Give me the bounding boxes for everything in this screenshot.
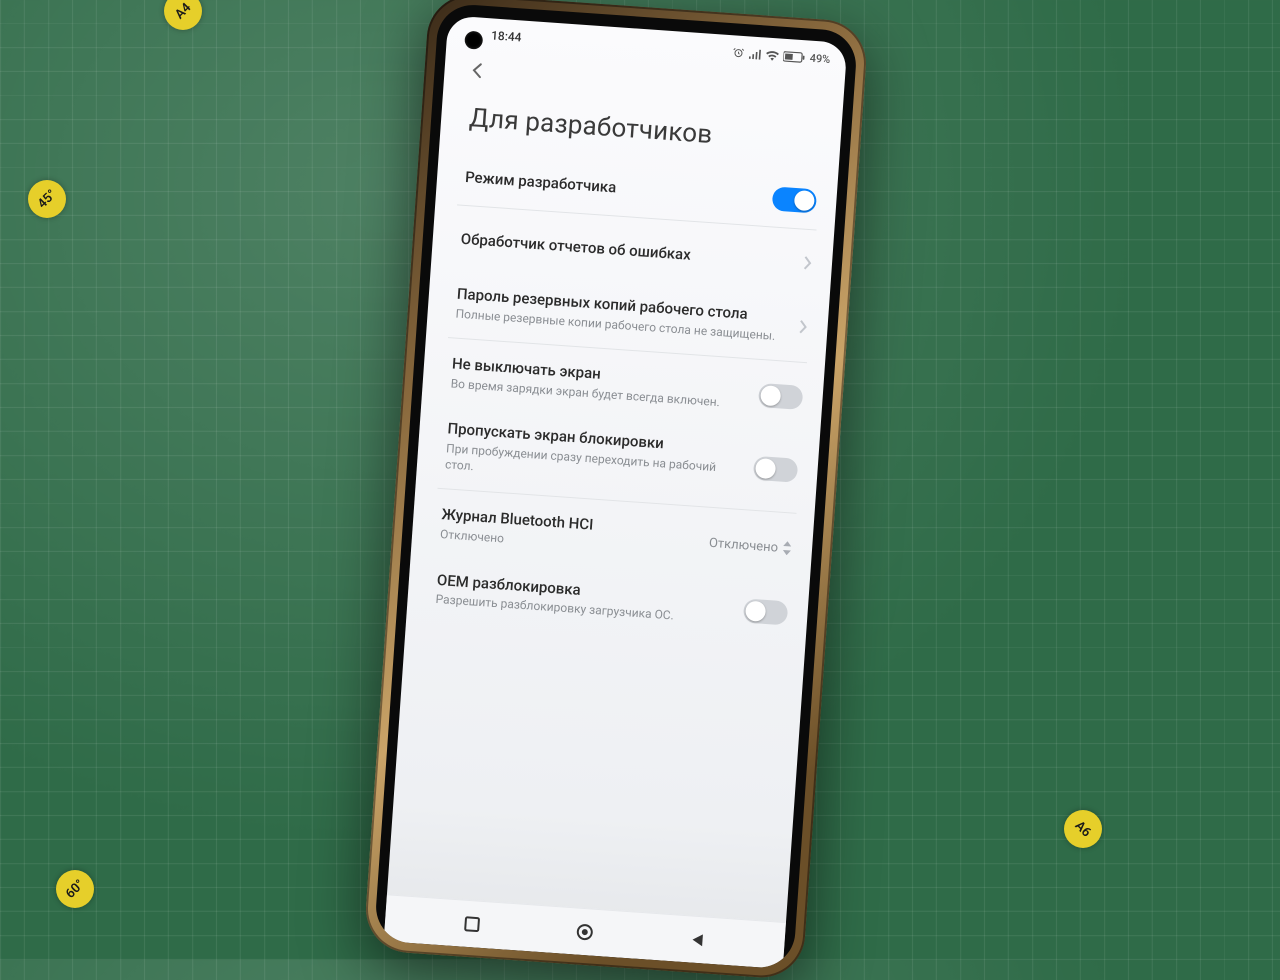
phone-frame: 18:44 49% [363, 0, 869, 980]
back-button[interactable] [459, 52, 495, 88]
toggle-skip-lockscreen[interactable] [753, 456, 799, 483]
row-title: Режим разработчика [465, 168, 762, 207]
status-time: 18:44 [491, 28, 522, 44]
nav-home-button[interactable] [558, 912, 612, 952]
settings-list: Режим разработчика Обработчик отчетов об… [387, 149, 838, 922]
alarm-icon [733, 46, 746, 59]
toggle-dev-mode[interactable] [772, 186, 818, 213]
mat-marker: A4 [156, 0, 210, 38]
phone-bezel: 18:44 49% [374, 3, 859, 970]
mat-marker: A6 [1056, 802, 1110, 856]
toggle-stay-awake[interactable] [758, 383, 804, 410]
mat-marker: 45° [20, 172, 74, 226]
sort-icon [782, 541, 793, 556]
chevron-right-icon [799, 320, 808, 335]
battery-percent: 49% [809, 51, 830, 65]
battery-icon [783, 50, 806, 63]
signal-icon [749, 48, 763, 60]
screen: 18:44 49% [384, 15, 848, 969]
toggle-oem-unlock[interactable] [743, 599, 789, 626]
wifi-icon [765, 49, 780, 61]
select-value-text: Отключено [708, 535, 778, 555]
nav-back-button[interactable] [670, 920, 724, 960]
mat-marker: 60° [48, 862, 102, 916]
select-bluetooth-hci-value[interactable]: Отключено [708, 535, 792, 556]
row-title: Обработчик отчетов об ошибках [460, 230, 792, 272]
phone: 18:44 49% [363, 0, 869, 980]
nav-recents-button[interactable] [445, 904, 499, 944]
chevron-right-icon [804, 256, 813, 271]
